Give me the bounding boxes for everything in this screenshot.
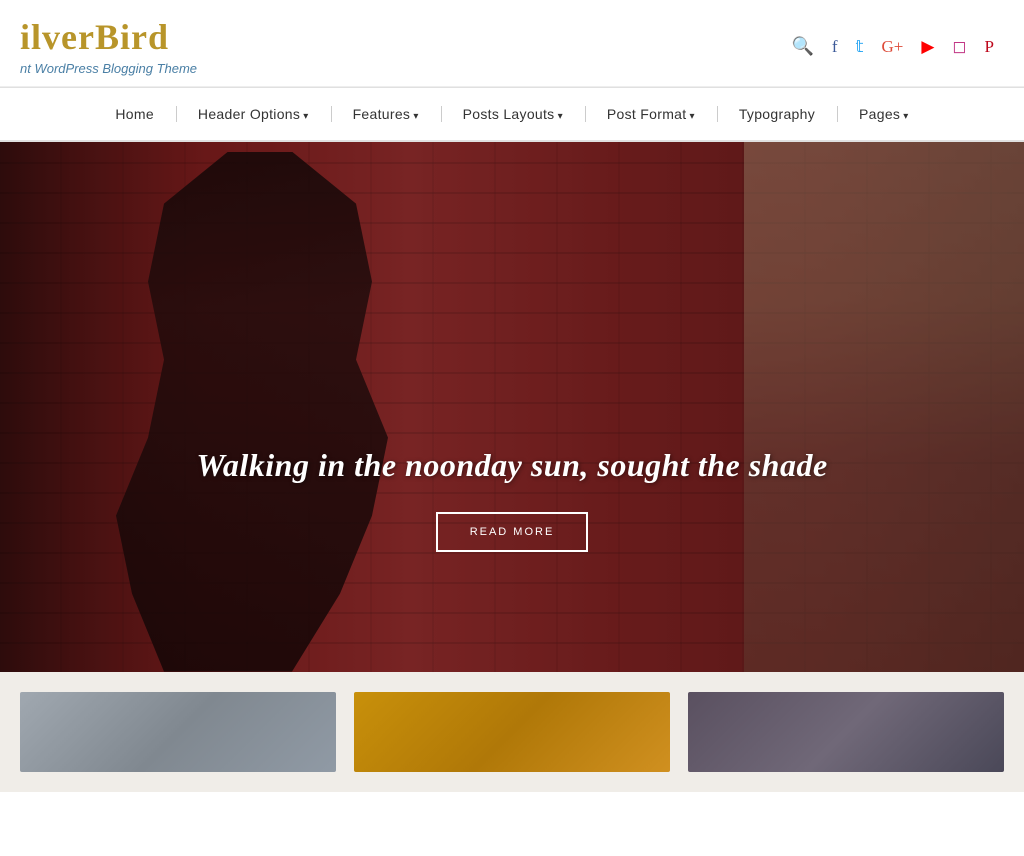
- site-header: ilverBird nt WordPress Blogging Theme 🔍 …: [0, 0, 1024, 87]
- main-nav: HomeHeader OptionsFeaturesPosts LayoutsP…: [0, 87, 1024, 142]
- cards-section: [0, 672, 1024, 792]
- nav-item-features[interactable]: Features: [331, 88, 441, 140]
- instagram-icon[interactable]: ◻: [952, 37, 966, 57]
- card-1[interactable]: [20, 692, 336, 772]
- hero-overlay: [0, 142, 1024, 672]
- nav-item-post-format[interactable]: Post Format: [585, 88, 717, 140]
- read-more-button[interactable]: READ MORE: [436, 512, 589, 552]
- nav-item-pages[interactable]: Pages: [837, 88, 931, 140]
- facebook-icon[interactable]: f: [832, 37, 838, 57]
- site-tagline: nt WordPress Blogging Theme: [20, 61, 197, 76]
- twitter-icon[interactable]: 𝕥: [856, 37, 864, 57]
- card-3[interactable]: [688, 692, 1004, 772]
- pinterest-icon[interactable]: P: [985, 37, 994, 57]
- nav-item-header-options[interactable]: Header Options: [176, 88, 331, 140]
- site-branding: ilverBird nt WordPress Blogging Theme: [20, 18, 197, 76]
- google-plus-icon[interactable]: G+: [881, 37, 903, 57]
- site-title: ilverBird: [20, 18, 197, 58]
- hero-title: Walking in the noonday sun, sought the s…: [0, 447, 1024, 484]
- nav-item-home[interactable]: Home: [93, 88, 176, 140]
- header-icons: 🔍 f 𝕥 G+ ▶ ◻ P: [791, 36, 994, 57]
- card-2[interactable]: [354, 692, 670, 772]
- nav-item-typography[interactable]: Typography: [717, 88, 837, 140]
- search-icon[interactable]: 🔍: [791, 36, 813, 57]
- hero-section: Walking in the noonday sun, sought the s…: [0, 142, 1024, 672]
- hero-content: Walking in the noonday sun, sought the s…: [0, 447, 1024, 552]
- youtube-icon[interactable]: ▶: [921, 37, 934, 57]
- nav-item-posts-layouts[interactable]: Posts Layouts: [441, 88, 585, 140]
